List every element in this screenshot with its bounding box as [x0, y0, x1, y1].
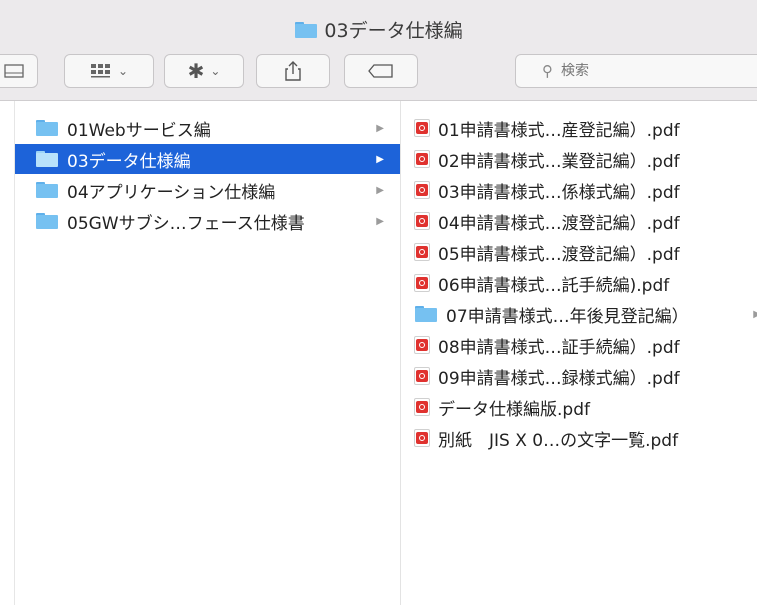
file-label: 09申請書様式…録様式編）.pdf	[438, 368, 680, 389]
item-label: 03データ仕様編	[67, 151, 191, 172]
file-item[interactable]: 別紙 JIS X 0…の文字一覧.pdf	[400, 423, 757, 453]
pdf-icon	[414, 398, 430, 416]
column-item[interactable]: 01Webサービス編 ▶	[15, 113, 400, 143]
column-parent: 01Webサービス編 ▶ 03データ仕様編 ▶ 04アプリケーション仕様編 ▶ …	[14, 101, 401, 605]
share-button[interactable]	[256, 54, 330, 88]
item-label: 01Webサービス編	[67, 120, 211, 141]
pdf-icon	[414, 367, 430, 385]
file-item[interactable]: 09申請書様式…録様式編）.pdf	[400, 361, 757, 391]
chevron-down-icon: ⌄	[210, 64, 221, 78]
folder-icon	[35, 150, 59, 168]
disclosure-arrow-icon: ▶	[376, 154, 384, 165]
file-item[interactable]: 03申請書様式…係様式編）.pdf	[400, 175, 757, 205]
pdf-icon	[414, 119, 430, 137]
column-item[interactable]: 04アプリケーション仕様編 ▶	[15, 175, 400, 205]
file-label: 05申請書様式…渡登記編）.pdf	[438, 244, 680, 265]
column-view-icon	[4, 64, 24, 78]
search-input[interactable]	[559, 62, 713, 80]
file-item[interactable]: データ仕様編版.pdf	[400, 392, 757, 422]
view-options-button[interactable]: ⌄	[64, 54, 154, 88]
pdf-icon	[414, 243, 430, 261]
pdf-icon	[414, 181, 430, 199]
file-label: 08申請書様式…証手続編）.pdf	[438, 337, 680, 358]
toolbar: 03データ仕様編 ⌄ ✱ ⌄ ⚲ 検索	[0, 0, 757, 101]
folder-label: 07申請書様式…年後見登記編）	[446, 306, 689, 327]
search-field[interactable]: ⚲	[515, 54, 757, 88]
file-label: 04申請書様式…渡登記編）.pdf	[438, 213, 680, 234]
file-label: 02申請書様式…業登記編）.pdf	[438, 151, 680, 172]
folder-icon	[35, 212, 59, 230]
tag-icon	[368, 64, 393, 78]
folder-icon	[35, 181, 59, 199]
file-label: 03申請書様式…係様式編）.pdf	[438, 182, 680, 203]
tag-button[interactable]	[344, 54, 418, 88]
pdf-icon	[414, 212, 430, 230]
finder-window: 03データ仕様編 ⌄ ✱ ⌄ ⚲ 検索 01Webサービス編 ▶ 03データ仕様…	[0, 0, 757, 605]
file-label: データ仕様編版.pdf	[438, 399, 590, 420]
icon-view-grid	[90, 64, 110, 78]
file-item[interactable]: 08申請書様式…証手続編）.pdf	[400, 330, 757, 360]
pdf-icon	[414, 150, 430, 168]
view-mode-button[interactable]	[0, 54, 38, 88]
gear-icon: ✱	[187, 59, 205, 83]
disclosure-arrow-icon: ▶	[376, 185, 384, 196]
folder-icon	[35, 119, 59, 137]
disclosure-arrow-icon: ▶	[376, 123, 384, 134]
column-item[interactable]: 05GWサブシ…フェース仕様書 ▶	[15, 206, 400, 236]
search-icon: ⚲	[542, 62, 553, 80]
file-label: 06申請書様式…託手続編).pdf	[438, 275, 670, 296]
pdf-icon	[414, 274, 430, 292]
folder-icon	[414, 305, 438, 323]
window-title: 03データ仕様編	[0, 16, 757, 43]
action-button[interactable]: ✱ ⌄	[164, 54, 244, 88]
column-item-selected[interactable]: 03データ仕様編 ▶	[15, 144, 400, 174]
file-label: 別紙 JIS X 0…の文字一覧.pdf	[438, 430, 679, 451]
file-item[interactable]: 05申請書様式…渡登記編）.pdf	[400, 237, 757, 267]
item-label: 05GWサブシ…フェース仕様書	[67, 213, 305, 234]
disclosure-arrow-icon: ▶	[376, 216, 384, 227]
pdf-icon	[414, 429, 430, 447]
file-item[interactable]: 01申請書様式…産登記編）.pdf	[400, 113, 757, 143]
file-label: 01申請書様式…産登記編）.pdf	[438, 120, 680, 141]
file-item[interactable]: 02申請書様式…業登記編）.pdf	[400, 144, 757, 174]
share-icon	[285, 61, 301, 81]
file-item[interactable]: 06申請書様式…託手続編).pdf	[400, 268, 757, 298]
file-item[interactable]: 04申請書様式…渡登記編）.pdf	[400, 206, 757, 236]
chevron-down-icon: ⌄	[117, 64, 129, 78]
item-label: 04アプリケーション仕様編	[67, 182, 276, 203]
folder-icon	[294, 21, 318, 39]
folder-item[interactable]: 07申請書様式…年後見登記編） ▶	[400, 299, 757, 329]
disclosure-arrow-icon: ▶	[753, 309, 757, 320]
column-contents: 01申請書様式…産登記編）.pdf 02申請書様式…業登記編）.pdf 03申請…	[400, 101, 757, 605]
pdf-icon	[414, 336, 430, 354]
